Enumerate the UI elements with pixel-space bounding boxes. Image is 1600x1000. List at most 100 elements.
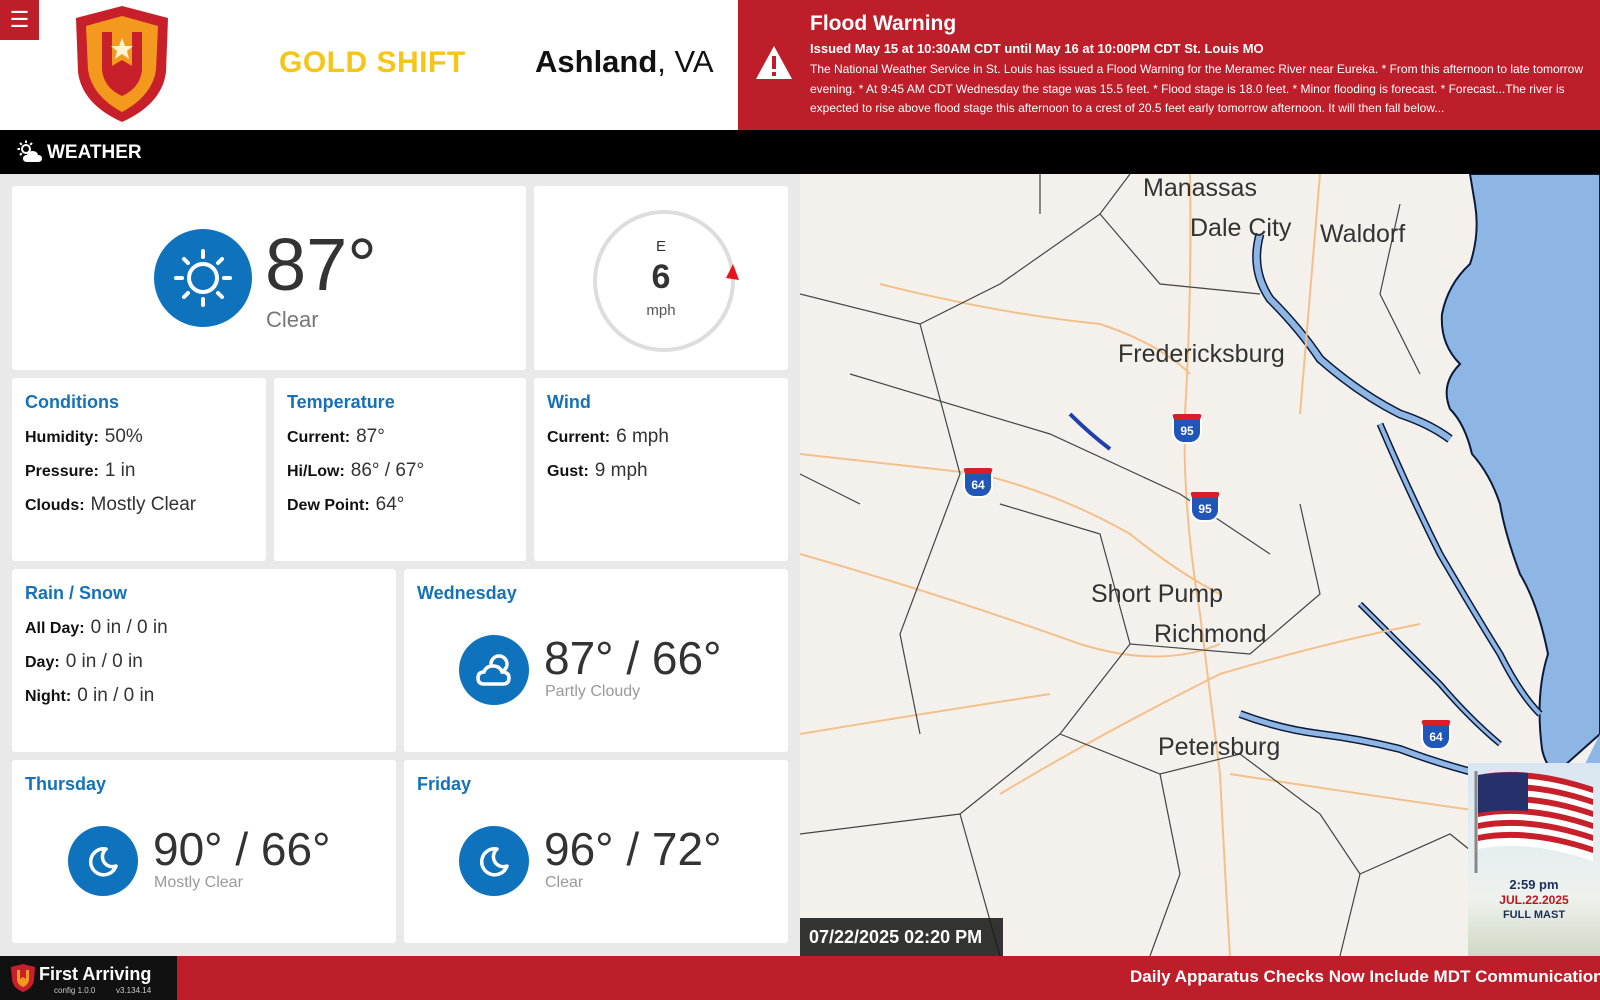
current-temp-value: 87° xyxy=(356,426,385,447)
night-label: Night: xyxy=(25,688,72,705)
menu-button[interactable]: ☰ xyxy=(0,0,39,40)
forecast-card-friday: Friday 96° / 72° Clear xyxy=(404,760,788,943)
forecast-day: Friday xyxy=(417,774,472,794)
wind-unit: mph xyxy=(646,302,676,319)
flag-date: JUL.22.2025 xyxy=(1499,893,1569,907)
first-arriving-logo-icon xyxy=(11,964,35,992)
hilow-label: Hi/Low: xyxy=(287,463,345,480)
footer-brand: First Arriving config 1.0.0 v3.134.14 xyxy=(0,956,177,1000)
forecast-condition: Mostly Clear xyxy=(154,874,243,891)
map-city-label: Richmond xyxy=(1154,620,1267,648)
temperature-card: Temperature Current: 87° Hi/Low: 86° / 67°… xyxy=(274,378,526,561)
day-label: Day: xyxy=(25,654,60,671)
sun-icon xyxy=(174,249,232,307)
current-condition: Clear xyxy=(266,307,319,332)
forecast-condition-badge xyxy=(459,635,529,705)
clouds-label: Clouds: xyxy=(25,497,85,514)
forecast-day: Thursday xyxy=(25,774,107,794)
american-flag-icon xyxy=(1474,771,1593,873)
clouds-row: Clouds: Mostly Clear xyxy=(25,494,196,516)
hilow-row: Hi/Low: 86° / 67° xyxy=(287,460,424,482)
humidity-row: Humidity: 50% xyxy=(25,426,143,448)
current-temperature: 87° xyxy=(265,223,377,306)
flag-status-widget: 2:59 pm JUL.22.2025 FULL MAST xyxy=(1468,763,1600,956)
map-city-label: Manassas xyxy=(1143,174,1257,202)
flag-status: FULL MAST xyxy=(1502,909,1566,921)
footer-brand-name: First Arriving xyxy=(39,964,152,984)
section-title: WEATHER xyxy=(47,142,142,163)
alert-issued: Issued May 15 at 10:30AM CDT until May 1… xyxy=(810,41,1264,56)
section-bar: WEATHER xyxy=(0,130,1600,174)
rain-snow-card: Rain / Snow All Day: 0 in / 0 in Day: 0 in… xyxy=(12,569,396,752)
forecast-card-thursday: Thursday 90° / 66° Mostly Clear xyxy=(12,760,396,943)
clouds-value: Mostly Clear xyxy=(90,494,197,515)
alert-body: The National Weather Service in St. Loui… xyxy=(810,62,1584,115)
wind-title: Wind xyxy=(547,392,591,412)
current-temp-label: Current: xyxy=(287,429,351,446)
flag-time: 2:59 pm xyxy=(1509,877,1559,892)
partly-cloudy-icon xyxy=(476,654,511,686)
location: Ashland, VA xyxy=(535,44,714,80)
allday-label: All Day: xyxy=(25,620,85,637)
warning-triangle-icon xyxy=(756,46,792,79)
header: ☰ GOLD SHIFT Ashland, VA Flood Warning I… xyxy=(0,0,1600,130)
conditions-card: Conditions Humidity: 50% Pressure: 1 in Cl… xyxy=(12,378,266,561)
pressure-value: 1 in xyxy=(104,460,136,481)
map-city-label: Dale City xyxy=(1190,214,1292,242)
day-value: 0 in / 0 in xyxy=(65,651,143,672)
wind-card: Wind Current: 6 mph Gust: 9 mph xyxy=(534,378,788,561)
map-city-label: Short Pump xyxy=(1091,580,1224,608)
forecast-day: Wednesday xyxy=(417,583,517,603)
pressure-row: Pressure: 1 in xyxy=(25,460,135,482)
forecast-condition-badge xyxy=(68,826,138,896)
day-row: Day: 0 in / 0 in xyxy=(25,651,143,673)
forecast-temps: 96° / 72° xyxy=(544,823,722,875)
wind-gauge-card: E 6 mph xyxy=(534,186,788,370)
location-state: , VA xyxy=(657,44,714,79)
conditions-title: Conditions xyxy=(25,392,119,412)
forecast-temps: 90° / 66° xyxy=(153,823,331,875)
current-temp-row: Current: 87° xyxy=(287,426,385,448)
first-arriving-shield-logo xyxy=(76,6,168,122)
hamburger-menu-icon: ☰ xyxy=(9,7,30,32)
footer: First Arriving config 1.0.0 v3.134.14 Da… xyxy=(0,956,1600,1000)
news-ticker: Daily Apparatus Checks Now Include MDT C… xyxy=(1130,967,1600,986)
forecast-condition: Clear xyxy=(545,874,584,891)
moon-icon xyxy=(88,847,118,877)
pressure-label: Pressure: xyxy=(25,463,99,480)
wind-speed: 6 xyxy=(651,258,671,296)
shift-label: GOLD SHIFT xyxy=(279,46,466,79)
forecast-condition: Partly Cloudy xyxy=(545,683,641,700)
current-weather-card: 87° Clear xyxy=(12,186,526,370)
alert-title: Flood Warning xyxy=(810,12,957,35)
alert-banner[interactable]: Flood Warning Issued May 15 at 10:30AM C… xyxy=(738,0,1600,130)
forecast-temps: 87° / 66° xyxy=(544,632,722,684)
forecast-condition-badge xyxy=(459,826,529,896)
map-city-label: Petersburg xyxy=(1158,733,1281,761)
current-condition-badge xyxy=(154,229,252,327)
rain-title: Rain / Snow xyxy=(25,583,128,603)
interstate-95-shield: 95 xyxy=(1190,492,1220,522)
wind-current-label: Current: xyxy=(547,429,611,446)
footer-config: config 1.0.0 xyxy=(54,986,96,995)
allday-value: 0 in / 0 in xyxy=(90,617,168,638)
humidity-value: 50% xyxy=(104,426,143,447)
footer-version: v3.134.14 xyxy=(116,986,152,995)
gust-value: 9 mph xyxy=(594,460,648,481)
dewpoint-label: Dew Point: xyxy=(287,497,370,514)
map-city-label: Fredericksburg xyxy=(1118,340,1285,368)
humidity-label: Humidity: xyxy=(25,429,99,446)
night-row: Night: 0 in / 0 in xyxy=(25,685,154,707)
interstate-64-shield: 64 xyxy=(1421,720,1451,750)
gust-row: Gust: 9 mph xyxy=(547,460,648,482)
interstate-95-shield: 95 xyxy=(1172,414,1202,444)
interstate-64-shield: 64 xyxy=(963,468,993,498)
night-value: 0 in / 0 in xyxy=(77,685,155,706)
gust-label: Gust: xyxy=(547,463,589,480)
wind-current-row: Current: 6 mph xyxy=(547,426,669,448)
allday-row: All Day: 0 in / 0 in xyxy=(25,617,168,639)
dewpoint-row: Dew Point: 64° xyxy=(287,494,404,516)
map-city-label: Waldorf xyxy=(1320,220,1406,248)
wind-current-value: 6 mph xyxy=(616,426,669,447)
hilow-value: 86° / 67° xyxy=(350,460,425,481)
